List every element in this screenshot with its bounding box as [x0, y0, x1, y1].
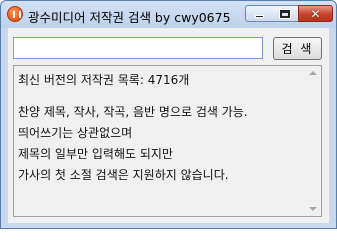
- scroll-down-arrow-icon[interactable]: [309, 207, 317, 211]
- client-area: 검 색 최신 버전의 저작권 목록: 4716개 찬양 제목, 작사, 작곡, …: [8, 28, 329, 223]
- scroll-up-arrow-icon[interactable]: [309, 71, 317, 75]
- result-text: 최신 버전의 저작권 목록: 4716개 찬양 제목, 작사, 작곡, 음반 명…: [18, 70, 303, 186]
- app-icon[interactable]: [7, 6, 23, 22]
- window-title: 광수미디어 저작권 검색 by cwy0675: [28, 10, 231, 25]
- result-line: 찬양 제목, 작사, 작곡, 음반 명으로 검색 가능.: [18, 105, 248, 119]
- close-button[interactable]: ✕: [298, 5, 333, 22]
- vertical-scrollbar[interactable]: [304, 66, 321, 216]
- result-line: 제목의 일부만 입력해도 되지만: [18, 147, 173, 161]
- result-line-count: 최신 버전의 저작권 목록: 4716개: [18, 73, 190, 87]
- search-button[interactable]: 검 색: [273, 37, 322, 60]
- minimize-icon: [254, 15, 264, 18]
- maximize-button[interactable]: [272, 5, 299, 22]
- result-line: 가사의 첫 소절 검색은 지원하지 않습니다.: [18, 168, 229, 182]
- close-icon: ✕: [310, 6, 321, 21]
- search-input[interactable]: [13, 37, 263, 59]
- result-line: 띄어쓰기는 상관없으며: [18, 126, 133, 140]
- minimize-button[interactable]: [245, 5, 273, 22]
- title-bar[interactable]: 광수미디어 저작권 검색 by cwy0675 ✕: [1, 1, 336, 28]
- result-blank-line: [18, 91, 303, 102]
- app-window: 광수미디어 저작권 검색 by cwy0675 ✕ 검 색 최신 버전의 저작권…: [0, 0, 337, 229]
- result-text-area[interactable]: 최신 버전의 저작권 목록: 4716개 찬양 제목, 작사, 작곡, 음반 명…: [13, 65, 322, 217]
- maximize-icon: [280, 9, 290, 18]
